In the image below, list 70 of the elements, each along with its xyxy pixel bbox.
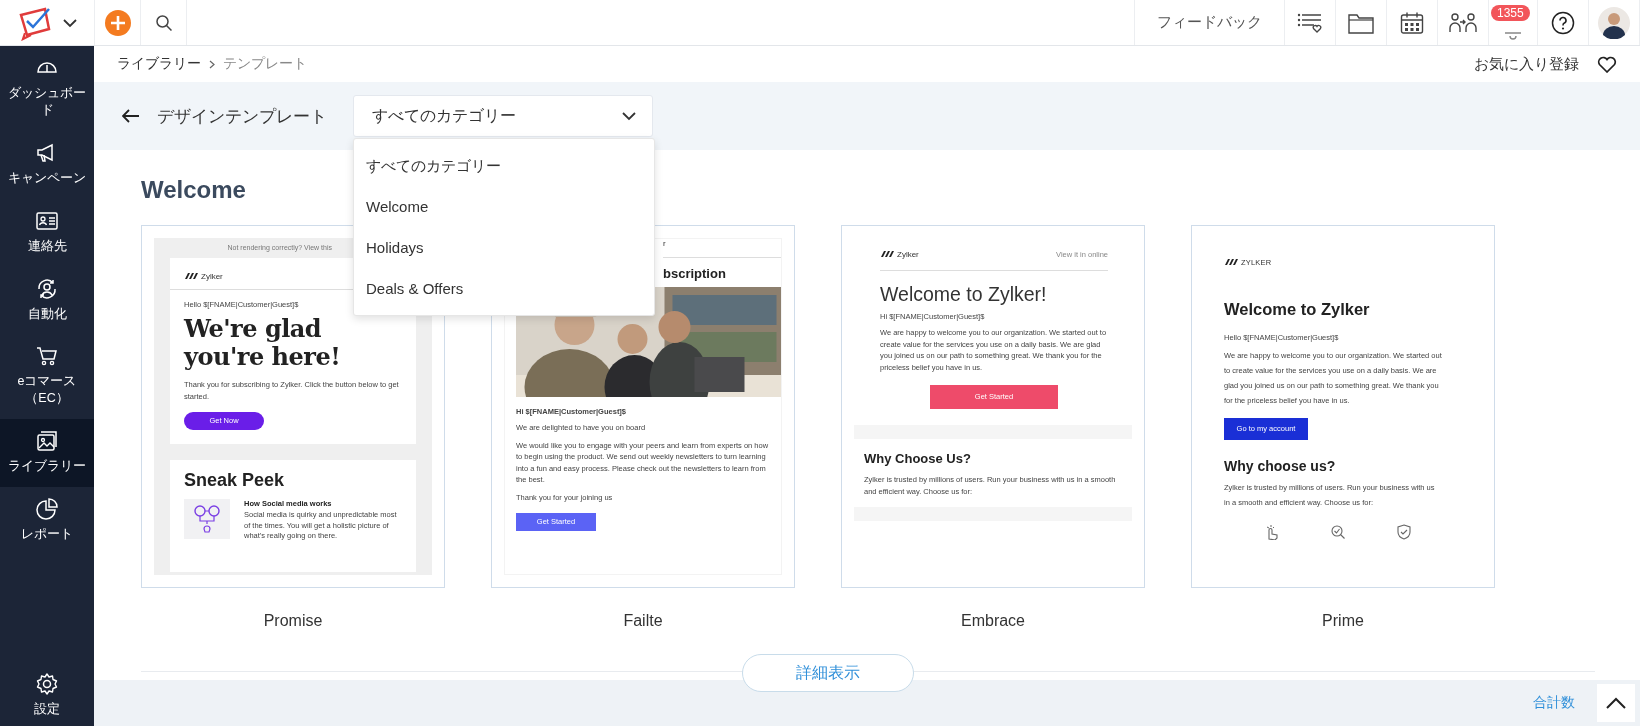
- nav-label: 自動化: [27, 305, 67, 323]
- zylker-logo-icon: [880, 250, 894, 258]
- pie-chart-icon: [35, 497, 59, 521]
- chevron-up-icon: [1606, 697, 1626, 709]
- nav-item[interactable]: ダッシュボード: [0, 46, 94, 131]
- person-cycle-icon: [35, 276, 59, 301]
- logo-text: Zylker: [201, 271, 223, 281]
- logo-text: Zylker: [897, 249, 919, 259]
- scroll-up-button[interactable]: [1597, 684, 1635, 722]
- avatar-icon[interactable]: [1598, 6, 1630, 39]
- nav-label: レポート: [21, 526, 73, 543]
- page-title: デザインテンプレート: [157, 105, 327, 128]
- template-name: Failte: [623, 611, 663, 631]
- feedback-link[interactable]: フィードバック: [1157, 13, 1262, 32]
- nav-label: 設定: [34, 701, 60, 718]
- nav-label: eコマース（EC）: [16, 373, 78, 408]
- dropdown-option[interactable]: すべてのカテゴリー: [354, 145, 654, 186]
- preview-heading: Welcome to Zylker: [1224, 300, 1371, 319]
- back-arrow-icon[interactable]: [122, 109, 140, 123]
- hand-icon: [1264, 524, 1280, 540]
- favorite-link[interactable]: お気に入り登録: [1474, 54, 1579, 74]
- chevron-down-icon: [622, 111, 636, 121]
- nav-item[interactable]: キャンペーン: [0, 130, 94, 199]
- nav-label: ライブラリー: [8, 458, 86, 475]
- zylker-logo-icon: [184, 272, 198, 280]
- nav-label: 連絡先: [27, 237, 67, 255]
- show-more-button[interactable]: 詳細表示: [742, 654, 914, 692]
- calendar-icon[interactable]: [1400, 10, 1424, 35]
- gears-bulb-icon: [184, 499, 230, 539]
- nav-item[interactable]: ライブラリー: [0, 419, 94, 487]
- template-name: Embrace: [961, 611, 1025, 631]
- dropdown-option[interactable]: Deals & Offers: [354, 268, 654, 309]
- folder-icon[interactable]: [1348, 11, 1374, 34]
- notification-badge: 1355: [1491, 5, 1530, 21]
- plus-icon[interactable]: [104, 9, 131, 36]
- breadcrumb-current: テンプレート: [223, 55, 307, 73]
- chevron-down-icon[interactable]: [63, 17, 77, 28]
- heart-icon[interactable]: [1597, 55, 1617, 73]
- preview-subheading: Why Choose Us?: [864, 451, 972, 466]
- help-icon[interactable]: [1551, 10, 1575, 35]
- nav-label: ダッシュボード: [7, 85, 87, 119]
- nav-item[interactable]: eコマース（EC）: [0, 334, 94, 420]
- settings-icon: [35, 672, 59, 697]
- template-name: Promise: [263, 611, 323, 631]
- preview-heading: Welcome to Zylker!: [880, 283, 1048, 306]
- section-title: Welcome: [141, 175, 246, 205]
- preview-heading: Sneak Peek: [184, 470, 286, 491]
- chevron-right-icon: [209, 59, 215, 69]
- breadcrumb-link[interactable]: ライブラリー: [117, 55, 201, 73]
- dropdown-option[interactable]: Holidays: [354, 227, 654, 268]
- preview-heading: bscription: [662, 266, 727, 281]
- preview-subheading: Why choose us?: [1224, 458, 1337, 474]
- template-name: Prime: [1322, 611, 1364, 631]
- preview-heading: We're glad you're here!: [184, 315, 342, 371]
- zylker-logo-icon: [1224, 258, 1238, 266]
- search-icon[interactable]: [154, 13, 173, 32]
- nav-item[interactable]: 設定: [0, 662, 94, 726]
- logo-text: r: [662, 239, 667, 250]
- template-card[interactable]: [1191, 225, 1495, 588]
- people-transfer-icon[interactable]: [1449, 11, 1477, 34]
- dropdown-option[interactable]: Welcome: [354, 186, 654, 227]
- shield-check-icon: [1396, 524, 1412, 540]
- list-heart-icon[interactable]: [1297, 11, 1323, 34]
- nav-item[interactable]: 連絡先: [0, 198, 94, 267]
- nav-label: キャンペーン: [8, 169, 86, 187]
- images-icon: [35, 429, 59, 454]
- nav-item[interactable]: レポート: [0, 487, 94, 555]
- category-dropdown[interactable]: すべてのカテゴリー: [353, 95, 653, 137]
- magnifier-check-icon: [1330, 524, 1346, 540]
- nav-item[interactable]: 自動化: [0, 266, 94, 335]
